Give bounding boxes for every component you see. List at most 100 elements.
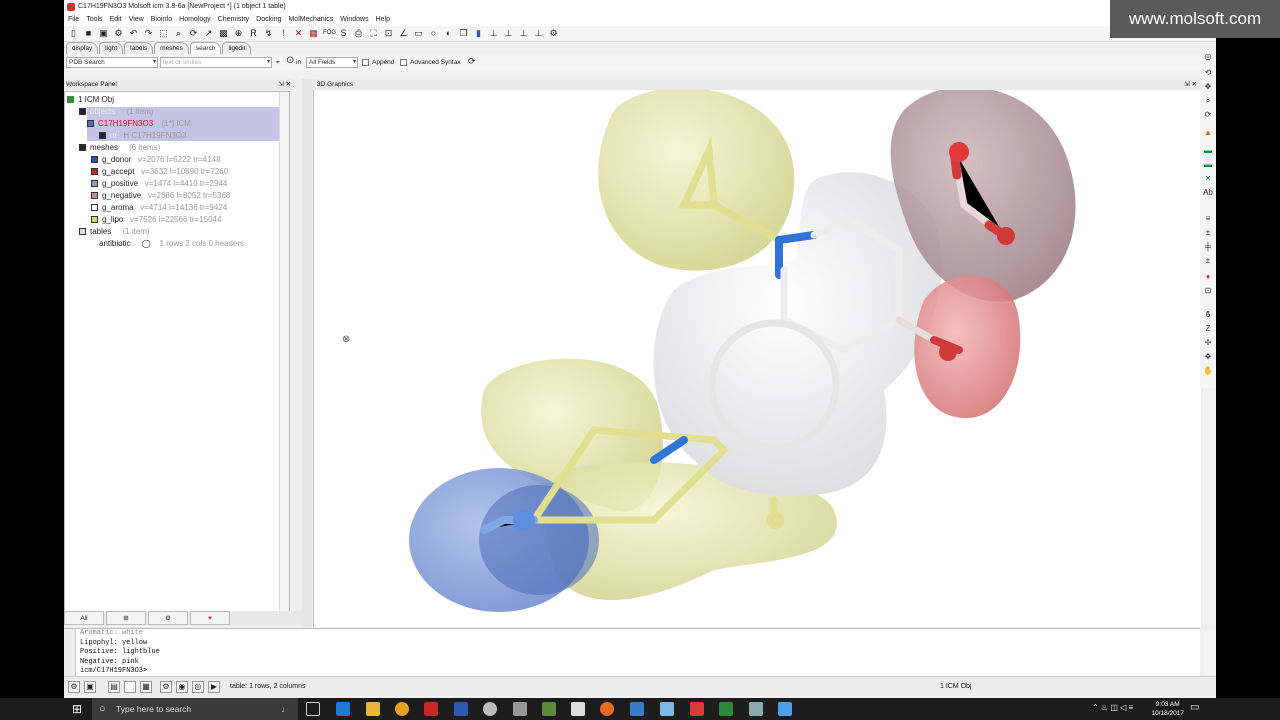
tree-objects[interactable]: objects (1 item) (79, 106, 154, 118)
green-icon[interactable]: ▬ (1203, 146, 1213, 156)
tab-all[interactable]: All (64, 611, 104, 625)
tree-tables[interactable]: tables (1 item) (79, 226, 150, 238)
menu-edit[interactable]: Edit (110, 14, 122, 26)
app6-icon[interactable] (749, 702, 763, 716)
database-select[interactable]: PDB Search ▾ (66, 57, 158, 68)
clip-icon[interactable]: ⊡ (383, 28, 394, 39)
gear-icon[interactable]: ⚙ (548, 28, 559, 39)
notification-icon[interactable]: ▭ (1190, 702, 1199, 713)
arrows-icon[interactable]: ✢ (1203, 338, 1213, 348)
advanced-syntax-checkbox[interactable] (400, 59, 407, 66)
refresh-icon[interactable]: ⟳ (468, 57, 476, 66)
lasso-icon[interactable]: ϐ (1203, 310, 1213, 320)
tree-meshes[interactable]: meshes (6 items) (79, 142, 160, 154)
new-file-icon[interactable]: ▯ (68, 28, 79, 39)
task-view-icon[interactable] (306, 702, 320, 716)
blank-icon[interactable] (124, 681, 136, 693)
mesh-item[interactable]: g_negative v=2686 l=8052 tr=5368 (91, 190, 230, 202)
close-icon[interactable]: ✕ (1203, 174, 1213, 184)
app3-icon[interactable] (630, 702, 644, 716)
zigzag-icon[interactable]: Z (1203, 324, 1213, 334)
calculator-icon[interactable] (571, 702, 585, 716)
search-icon[interactable]: ⌕ (1203, 96, 1213, 106)
app5-icon[interactable] (690, 702, 704, 716)
word-icon[interactable] (454, 702, 468, 716)
tab-light[interactable]: light (99, 42, 124, 54)
tab-tables-icon[interactable]: ⊞ (106, 611, 146, 625)
hand-icon[interactable]: ✋ (1203, 366, 1213, 376)
close-icon[interactable]: ⇲ ✕ (278, 79, 291, 90)
lock-icon[interactable]: ▲ (1203, 128, 1213, 138)
tab-labels[interactable]: labels (124, 42, 154, 54)
copy-icon[interactable]: ❐ (458, 28, 469, 39)
align-left-icon[interactable]: ⊥ (503, 28, 514, 39)
globe-icon[interactable]: ◐ (443, 28, 454, 39)
refresh-icon[interactable]: ⟳ (1203, 110, 1213, 120)
camera-icon[interactable]: ◉ (176, 681, 188, 693)
blue-bar-icon[interactable]: ▮ (473, 28, 484, 39)
menu-tools[interactable]: Tools (86, 14, 102, 26)
align-middle-icon[interactable]: ± (1203, 228, 1213, 238)
distribute-icon[interactable]: ± (1203, 256, 1213, 266)
binoculars-icon[interactable]: ⊙ (286, 56, 294, 66)
tree-chain[interactable]: m H C17H19FN3O3 (99, 130, 186, 142)
edge-icon[interactable] (336, 702, 350, 716)
menu-chemistry[interactable]: Chemistry (218, 14, 250, 26)
fullscreen-icon[interactable]: ⛶ (368, 28, 379, 39)
tree-molecule[interactable]: C17H19FN3O3 [1*] ICM (87, 118, 191, 130)
menu-docking[interactable]: Docking (256, 14, 281, 26)
chrome-icon[interactable] (395, 702, 409, 716)
green2-icon[interactable]: ▬ (1203, 160, 1213, 170)
printer-icon[interactable]: ⎙ (353, 28, 364, 39)
align-icon[interactable]: ⊥ (488, 28, 499, 39)
taskbar-search-input[interactable]: ○ Type here to search ♩ (92, 698, 298, 720)
menu-help[interactable]: Help (376, 14, 390, 26)
eye-icon[interactable]: ◎ (192, 681, 204, 693)
mesh-item[interactable]: g_accept v=3632 l=10890 tr=7260 (91, 166, 228, 178)
fit-icon[interactable]: ▩ (218, 28, 229, 39)
tab-settings-icon[interactable]: ⚙ (148, 611, 188, 625)
close-icon[interactable]: ⇲ ✕ (1184, 79, 1197, 90)
table-icon[interactable]: ▦ (140, 681, 152, 693)
pin-icon[interactable]: ↯ (263, 28, 274, 39)
tab-search[interactable]: search (189, 42, 222, 54)
molecule-render[interactable]: ⊗ (314, 90, 1201, 627)
rotate-icon[interactable]: ⟲ (1203, 68, 1213, 78)
exclamation-icon[interactable]: ! (278, 28, 289, 39)
target-icon[interactable]: ◎ (1203, 52, 1213, 62)
app-icon[interactable] (513, 702, 527, 716)
windows-start-icon[interactable]: ⊞ (72, 702, 82, 716)
app4-icon[interactable] (660, 702, 674, 716)
excel-icon[interactable] (719, 702, 733, 716)
stereo-icon[interactable]: S (338, 28, 349, 39)
open-folder-icon[interactable]: ■ (83, 28, 94, 39)
align-right-icon[interactable]: ⊥ (518, 28, 529, 39)
file-explorer-icon[interactable] (366, 702, 380, 716)
append-checkbox[interactable] (362, 59, 369, 66)
padlock-icon[interactable]: ⊡ (1203, 286, 1213, 296)
settings-icon[interactable]: ⚙ (113, 28, 124, 39)
mesh-item[interactable]: g_positive v=1474 l=4410 tr=2944 (91, 178, 227, 190)
sphere-icon[interactable]: ○ (428, 28, 439, 39)
search-binoculars-icon[interactable]: ⌖ (276, 58, 280, 67)
terminal[interactable]: Aromatic: white Lipophyl: yellow Positiv… (64, 628, 1216, 677)
menu-view[interactable]: View (129, 14, 144, 26)
app2-icon[interactable] (542, 702, 556, 716)
mesh-item[interactable]: g_aroma v=4714 l=14136 tr=9424 (91, 202, 227, 214)
app7-icon[interactable] (778, 702, 792, 716)
tab-ligedit[interactable]: ligedit (222, 42, 252, 54)
field-select[interactable]: All Fields ▾ (306, 57, 358, 68)
cursor-icon[interactable]: ↗ (203, 28, 214, 39)
save-icon[interactable]: ▣ (98, 28, 109, 39)
settings-icon[interactable]: ⚙ (160, 681, 172, 693)
fog-icon[interactable]: FOG (323, 28, 336, 39)
grid-icon[interactable]: ▦ (308, 28, 319, 39)
align-top-icon[interactable]: ≡ (1203, 214, 1213, 224)
reset-icon[interactable]: R (248, 28, 259, 39)
rotate-icon[interactable]: ⟳ (188, 28, 199, 39)
tab-display[interactable]: display (66, 42, 99, 54)
firefox-icon[interactable] (600, 702, 614, 716)
pdf-icon[interactable] (424, 702, 438, 716)
align-bottom-icon[interactable]: ╪ (1203, 242, 1213, 252)
menu-bioinfo[interactable]: Bioinfo (151, 14, 172, 26)
